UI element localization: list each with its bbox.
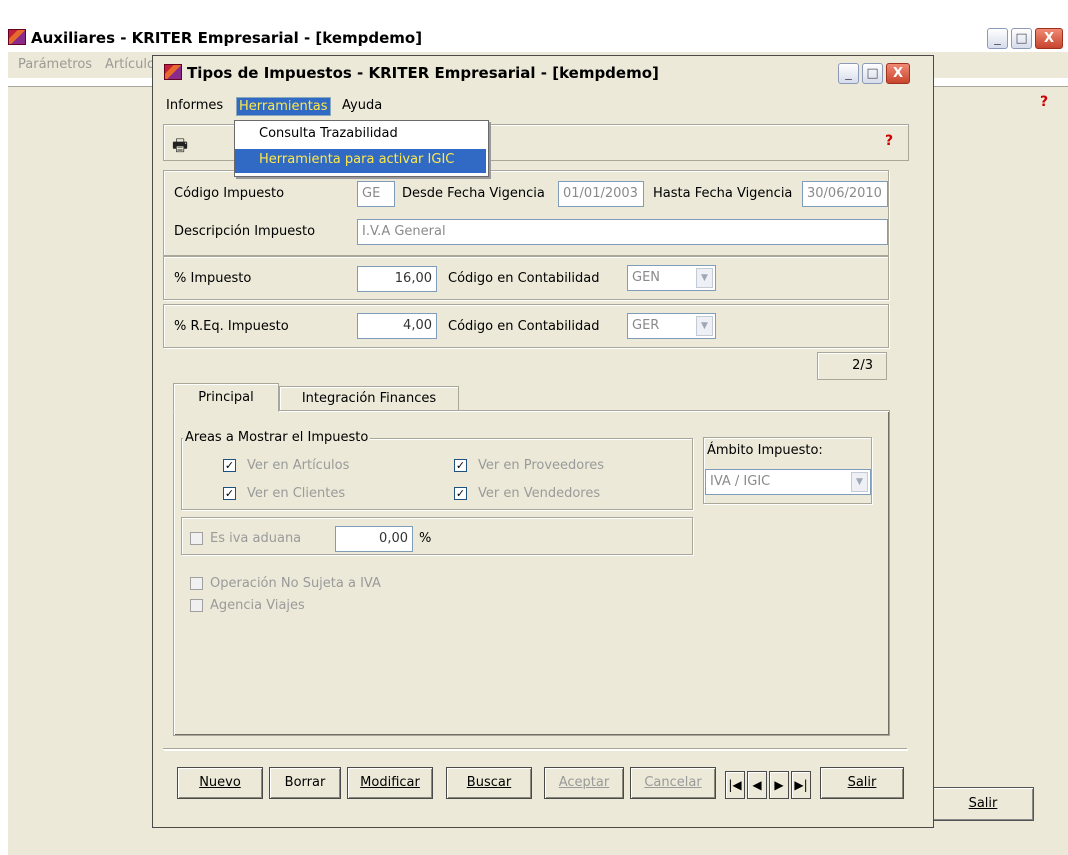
- descripcion-label: Descripción Impuesto: [174, 224, 316, 239]
- app-icon: [8, 29, 26, 45]
- nav-first-button[interactable]: |◀: [725, 771, 745, 799]
- aduana-field[interactable]: 0,00: [335, 526, 413, 552]
- no-sujeta-label: Operación No Sujeta a IVA: [210, 576, 381, 591]
- contab1-combo[interactable]: GEN ▼: [627, 265, 716, 291]
- printer-icon[interactable]: 🖶: [172, 133, 188, 162]
- ver-articulos-checkbox[interactable]: ✓: [223, 459, 236, 472]
- bottom-separator: [163, 748, 907, 750]
- req-label: % R.Eq. Impuesto: [174, 319, 289, 334]
- aduana-unit: %: [419, 531, 432, 546]
- dialog-salir-button[interactable]: Salir: [820, 767, 904, 799]
- nav-next-button[interactable]: ▶: [769, 771, 789, 799]
- agencia-label: Agencia Viajes: [210, 598, 305, 613]
- cancelar-button[interactable]: Cancelar: [630, 767, 716, 799]
- dialog-help-icon[interactable]: ?: [885, 133, 893, 149]
- menu-herramientas[interactable]: Herramientas: [236, 97, 331, 116]
- aduana-label: Es iva aduana: [210, 531, 302, 546]
- main-menu-articulo[interactable]: Artículo: [105, 57, 155, 72]
- hasta-field[interactable]: 30/06/2010: [802, 181, 888, 207]
- chevron-down-icon[interactable]: ▼: [696, 268, 713, 288]
- chevron-down-icon[interactable]: ▼: [696, 316, 713, 336]
- ver-proveedores-checkbox[interactable]: ✓: [454, 459, 467, 472]
- agencia-checkbox[interactable]: [190, 599, 203, 612]
- nuevo-button[interactable]: Nuevo: [177, 767, 263, 799]
- nav-prev-button[interactable]: ◀: [747, 771, 767, 799]
- areas-legend: Areas a Mostrar el Impuesto: [183, 430, 371, 445]
- ver-articulos-label: Ver en Artículos: [247, 458, 350, 473]
- codigo-field[interactable]: GE: [357, 181, 395, 207]
- hasta-label: Hasta Fecha Vigencia: [653, 186, 793, 201]
- contab2-label: Código en Contabilidad: [448, 319, 600, 334]
- no-sujeta-checkbox[interactable]: [190, 577, 203, 590]
- codigo-label: Código Impuesto: [174, 186, 285, 201]
- ver-clientes-label: Ver en Clientes: [247, 486, 346, 501]
- dialog-title: Tipos de Impuestos - KRITER Empresarial …: [164, 64, 659, 82]
- chevron-down-icon[interactable]: ▼: [851, 472, 868, 492]
- main-menu-parametros[interactable]: Parámetros: [18, 57, 92, 72]
- contab2-combo[interactable]: GER ▼: [627, 313, 716, 339]
- record-counter: 2/3: [817, 352, 887, 380]
- ver-proveedores-label: Ver en Proveedores: [478, 458, 605, 473]
- main-window-title: Auxiliares - KRITER Empresarial - [kempd…: [8, 29, 422, 47]
- main-salir-button[interactable]: Salir: [932, 787, 1034, 821]
- menu-informes[interactable]: Informes: [164, 97, 225, 114]
- dialog-maximize-button[interactable]: □: [862, 63, 883, 84]
- app-icon: [164, 64, 182, 80]
- nav-last-button[interactable]: ▶|: [791, 771, 811, 799]
- ver-clientes-checkbox[interactable]: ✓: [223, 487, 236, 500]
- modificar-button[interactable]: Modificar: [347, 767, 433, 799]
- menu-item-consulta-trazabilidad[interactable]: Consulta Trazabilidad: [235, 123, 486, 147]
- impuesto-label: % Impuesto: [174, 271, 252, 286]
- buscar-button[interactable]: Buscar: [446, 767, 532, 799]
- ver-vendedores-label: Ver en Vendedores: [478, 486, 601, 501]
- dialog-minimize-button[interactable]: _: [838, 63, 859, 84]
- tab-principal[interactable]: Principal: [173, 383, 279, 412]
- menu-ayuda[interactable]: Ayuda: [340, 97, 384, 114]
- aduana-checkbox[interactable]: [190, 532, 203, 545]
- req-field[interactable]: 4,00: [357, 313, 437, 339]
- main-help-icon[interactable]: ?: [1040, 94, 1048, 110]
- desde-label: Desde Fecha Vigencia: [402, 186, 545, 201]
- aceptar-button[interactable]: Aceptar: [544, 767, 624, 799]
- impuesto-field[interactable]: 16,00: [357, 266, 437, 292]
- descripcion-field[interactable]: I.V.A General: [357, 219, 888, 245]
- main-minimize-button[interactable]: _: [987, 28, 1008, 49]
- desde-field[interactable]: 01/01/2003: [558, 181, 644, 207]
- main-close-button[interactable]: X: [1035, 28, 1063, 49]
- dialog-menubar: Informes Herramientas Ayuda: [158, 94, 931, 118]
- tab-integracion-finances[interactable]: Integración Finances: [279, 386, 459, 411]
- menu-item-activar-igic[interactable]: Herramienta para activar IGIC: [235, 149, 486, 173]
- main-maximize-button[interactable]: □: [1011, 28, 1032, 49]
- ambito-label: Ámbito Impuesto:: [707, 443, 823, 458]
- borrar-button[interactable]: Borrar: [269, 767, 341, 799]
- ambito-combo[interactable]: IVA / IGIC ▼: [705, 469, 871, 495]
- ver-vendedores-checkbox[interactable]: ✓: [454, 487, 467, 500]
- contab1-label: Código en Contabilidad: [448, 271, 600, 286]
- herramientas-dropdown: Consulta Trazabilidad Herramienta para a…: [234, 120, 489, 177]
- dialog-close-button[interactable]: X: [886, 63, 910, 84]
